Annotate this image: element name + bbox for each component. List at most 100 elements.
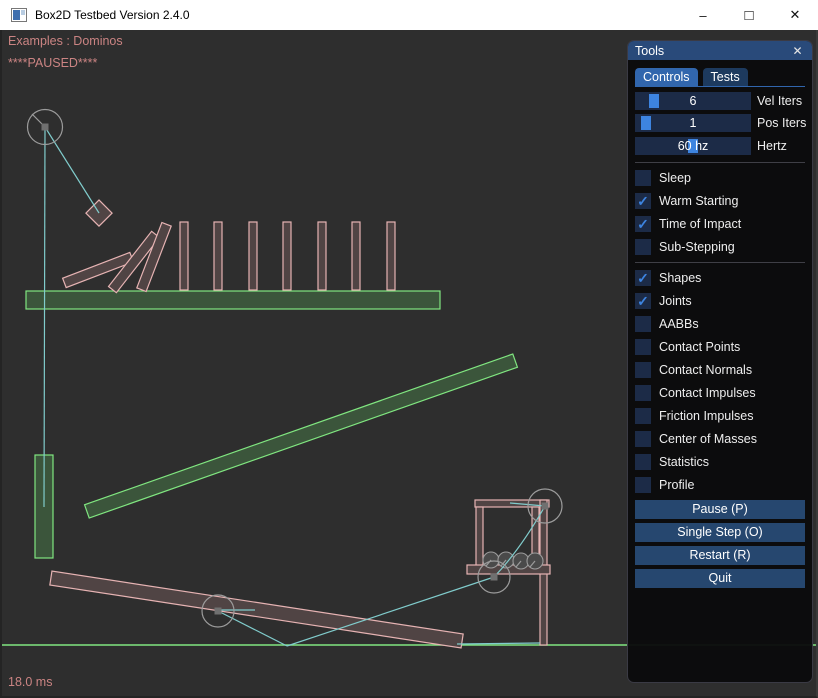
checkbox-aabbs[interactable]: AABBs xyxy=(635,316,805,332)
slider-label: Hertz xyxy=(757,139,787,153)
checkbox-box[interactable] xyxy=(635,170,651,186)
checkbox-label: Contact Points xyxy=(659,340,740,354)
checkbox-box[interactable]: ✓ xyxy=(635,193,651,209)
slider-grab[interactable] xyxy=(641,116,651,130)
tab-tests[interactable]: Tests xyxy=(703,68,748,86)
checkbox-statistics[interactable]: Statistics xyxy=(635,454,805,470)
standing-domino[interactable] xyxy=(387,222,395,290)
checkbox-time-of-impact[interactable]: ✓Time of Impact xyxy=(635,216,805,232)
tab-controls[interactable]: Controls xyxy=(635,68,698,86)
slider-pos-iters[interactable]: 1 xyxy=(635,114,751,132)
app-window: Box2D Testbed Version 2.4.0 – □ ✕ xyxy=(0,0,818,698)
checkbox-label: Contact Impulses xyxy=(659,386,756,400)
checkbox-label: Warm Starting xyxy=(659,194,738,208)
checkbox-shapes[interactable]: ✓ Shapes xyxy=(635,270,805,286)
slider-value: 60 hz xyxy=(678,139,709,153)
window-titlebar: Box2D Testbed Version 2.4.0 – □ ✕ xyxy=(0,0,818,30)
checkbox-label: Center of Masses xyxy=(659,432,757,446)
checkbox-box[interactable] xyxy=(635,431,651,447)
standing-domino[interactable] xyxy=(180,222,188,290)
checkbox-contact-impulses[interactable]: Contact Impulses xyxy=(635,385,805,401)
checkbox-friction-impulses[interactable]: Friction Impulses xyxy=(635,408,805,424)
standing-domino[interactable] xyxy=(214,222,222,290)
slider-row-hertz: 60 hz Hertz xyxy=(635,137,805,155)
window-controls: – □ ✕ xyxy=(680,0,818,30)
seesaw-plank[interactable] xyxy=(50,571,463,648)
paused-label: ****PAUSED**** xyxy=(8,56,97,70)
slider-value: 6 xyxy=(690,94,697,108)
slider-label: Vel Iters xyxy=(757,94,802,108)
separator xyxy=(635,262,805,263)
checkbox-box[interactable] xyxy=(635,477,651,493)
close-button[interactable]: ✕ xyxy=(772,0,818,30)
checkbox-label: Joints xyxy=(659,294,692,308)
slider-vel-iters[interactable]: 6 xyxy=(635,92,751,110)
checkbox-label: Sub-Stepping xyxy=(659,240,735,254)
checkbox-label: Shapes xyxy=(659,271,701,285)
joint-line xyxy=(44,127,45,507)
panel-close-icon[interactable]: ✕ xyxy=(790,44,805,58)
tools-panel-title: Tools xyxy=(635,44,664,58)
checkbox-contact-normals[interactable]: Contact Normals xyxy=(635,362,805,378)
checkbox-profile[interactable]: Profile xyxy=(635,477,805,493)
checkbox-box[interactable]: ✓ xyxy=(635,270,651,286)
minimize-button[interactable]: – xyxy=(680,0,726,30)
slider-hertz[interactable]: 60 hz xyxy=(635,137,751,155)
slider-row-pos-iters: 1 Pos Iters xyxy=(635,114,805,132)
window-title: Box2D Testbed Version 2.4.0 xyxy=(35,8,190,22)
domino-platform xyxy=(26,291,440,309)
joint-anchor xyxy=(42,124,49,131)
joint-anchor xyxy=(215,608,222,615)
checkbox-box[interactable]: ✓ xyxy=(635,293,651,309)
checkbox-warm-starting[interactable]: ✓ Warm Starting xyxy=(635,193,805,209)
standing-domino[interactable] xyxy=(318,222,326,290)
tools-panel-titlebar[interactable]: Tools ✕ xyxy=(628,41,812,60)
checkbox-box[interactable] xyxy=(635,316,651,332)
simulation-canvas[interactable]: Examples : Dominos ****PAUSED**** 18.0 m… xyxy=(0,30,818,698)
checkbox-label: AABBs xyxy=(659,317,699,331)
sim-flags: Sleep ✓ Warm Starting ✓Time of Impact Sub-St… xyxy=(635,170,805,255)
inclined-plank xyxy=(85,354,518,518)
action-buttons: Pause (P) Single Step (O) Restart (R) Quit xyxy=(635,500,805,588)
checkbox-box[interactable] xyxy=(635,454,651,470)
slider-value: 1 xyxy=(690,116,697,130)
checkbox-label: Friction Impulses xyxy=(659,409,753,423)
single-step-o-button[interactable]: Single Step (O) xyxy=(635,523,805,542)
frame-time-label: 18.0 ms xyxy=(8,675,52,689)
checkbox-box[interactable] xyxy=(635,362,651,378)
quit-button[interactable]: Quit xyxy=(635,569,805,588)
standing-domino[interactable] xyxy=(249,222,257,290)
checkbox-box[interactable] xyxy=(635,385,651,401)
joint-line xyxy=(457,643,540,644)
joint-anchor xyxy=(542,503,549,510)
standing-domino[interactable] xyxy=(283,222,291,290)
pendulum-bob-square[interactable] xyxy=(86,200,112,226)
separator xyxy=(635,162,805,163)
slider-group: 6 Vel Iters 1 Pos Iters 60 hz Hertz xyxy=(635,92,805,155)
standing-domino[interactable] xyxy=(352,222,360,290)
checkbox-label: Statistics xyxy=(659,455,709,469)
draw-flags: ✓ Shapes ✓ Joints AABBs Contact Points Contact… xyxy=(635,270,805,493)
checkbox-sleep[interactable]: Sleep xyxy=(635,170,805,186)
example-label: Examples : Dominos xyxy=(8,34,123,48)
app-icon xyxy=(11,8,27,22)
checkbox-joints[interactable]: ✓ Joints xyxy=(635,293,805,309)
pause-p-button[interactable]: Pause (P) xyxy=(635,500,805,519)
slider-label: Pos Iters xyxy=(757,116,806,130)
checkbox-sub-stepping[interactable]: Sub-Stepping xyxy=(635,239,805,255)
checkbox-box[interactable] xyxy=(635,408,651,424)
maximize-button[interactable]: □ xyxy=(726,0,772,30)
checkbox-box[interactable] xyxy=(635,239,651,255)
checkbox-box[interactable] xyxy=(635,339,651,355)
checkbox-contact-points[interactable]: Contact Points xyxy=(635,339,805,355)
checkbox-center-of-masses[interactable]: Center of Masses xyxy=(635,431,805,447)
tab-bar: Controls Tests xyxy=(635,68,805,87)
checkbox-label: Profile xyxy=(659,478,694,492)
checkbox-box[interactable]: ✓ xyxy=(635,216,651,232)
slider-grab[interactable] xyxy=(649,94,659,108)
tools-panel-body: Controls Tests 6 Vel Iters 1 Pos Iters 60 hz H… xyxy=(628,60,812,588)
frame-left-bar[interactable] xyxy=(476,507,483,567)
slider-row-vel-iters: 6 Vel Iters xyxy=(635,92,805,110)
joint-line xyxy=(45,127,99,213)
restart-r-button[interactable]: Restart (R) xyxy=(635,546,805,565)
